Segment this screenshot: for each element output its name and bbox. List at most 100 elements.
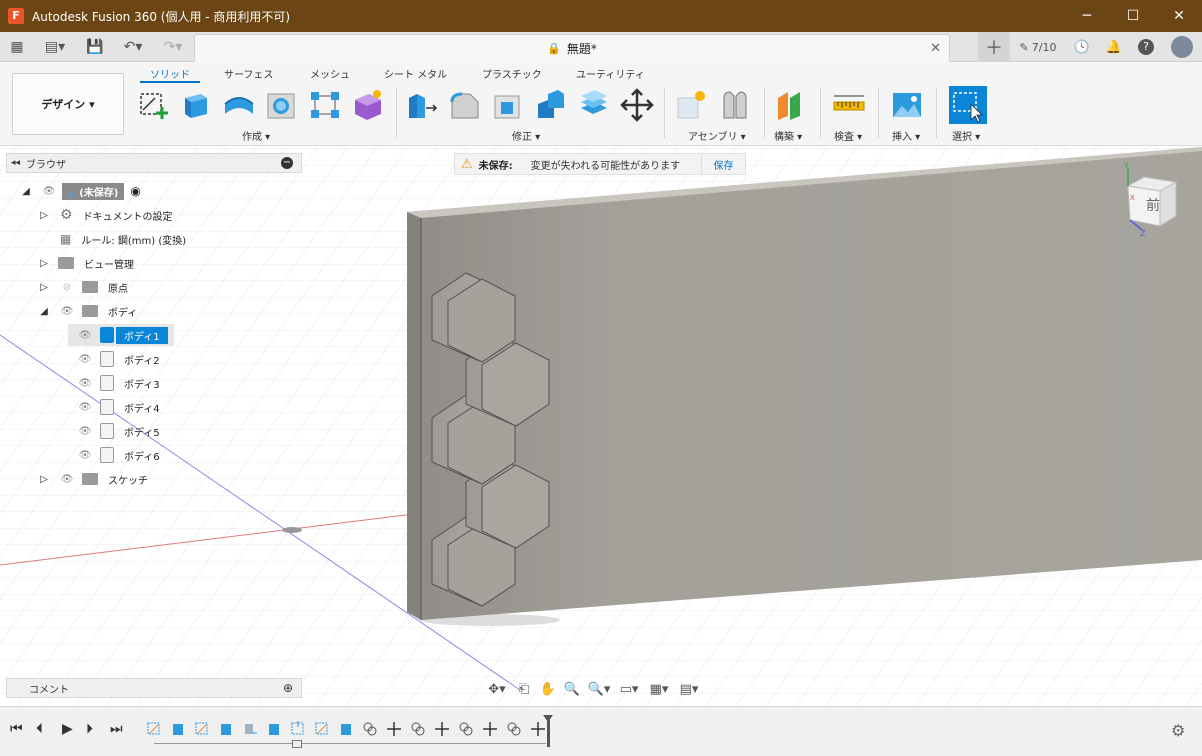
viewports-icon[interactable]: ▤▾	[674, 678, 704, 700]
timeline-extrude-feature-icon[interactable]	[170, 721, 186, 737]
extrude-icon[interactable]	[179, 88, 213, 122]
fit-zoom-icon[interactable]: 🔍▾	[584, 678, 614, 700]
tree-item-body3[interactable]: 👁 ボディ3	[68, 372, 160, 394]
group-inspect-label[interactable]: 検査 ▾	[834, 128, 862, 143]
file-menu-button[interactable]: ▤▾	[38, 32, 72, 62]
minimize-button[interactable]: ─	[1064, 0, 1110, 32]
eye-icon[interactable]: 👁	[78, 450, 92, 461]
group-modify-label[interactable]: 修正 ▾	[512, 128, 540, 143]
collapsed-triangle-icon[interactable]: ▷	[38, 210, 50, 221]
data-panel-grid-icon[interactable]: ▦	[6, 32, 28, 62]
eye-icon[interactable]: 👁	[60, 306, 74, 317]
zoom-icon[interactable]: 🔍	[560, 678, 584, 700]
press-pull-icon[interactable]	[405, 88, 439, 122]
timeline-move-feature-icon[interactable]	[434, 721, 450, 737]
tree-item-body5[interactable]: 👁 ボディ5	[68, 420, 160, 442]
timeline-copy-feature-icon[interactable]	[362, 721, 378, 737]
collapsed-triangle-icon[interactable]: ▷	[38, 282, 50, 293]
grid-settings-icon[interactable]: ▦▾	[644, 678, 674, 700]
group-create-label[interactable]: 作成 ▾	[242, 128, 270, 143]
joint-icon[interactable]	[718, 88, 752, 122]
offset-face-icon[interactable]	[577, 88, 611, 122]
timeline-sketch-feature-icon[interactable]	[194, 721, 210, 737]
fillet-icon[interactable]	[448, 88, 482, 122]
step-forward-icon[interactable]: ⏵	[86, 721, 93, 737]
timeline-move-feature-icon[interactable]	[530, 721, 546, 737]
tree-item-body4[interactable]: 👁 ボディ4	[68, 396, 160, 418]
go-to-end-icon[interactable]: ⏭	[110, 721, 123, 737]
offset-plane-icon[interactable]	[774, 88, 808, 122]
tab-surface[interactable]: サーフェス	[224, 66, 273, 81]
close-tab-icon[interactable]: ✕	[930, 41, 941, 56]
timeline-sketch-feature-icon[interactable]	[314, 721, 330, 737]
group-insert-label[interactable]: 挿入 ▾	[892, 128, 920, 143]
tab-utilities[interactable]: ユーティリティ	[576, 66, 645, 81]
look-at-icon[interactable]: ⎗	[512, 678, 536, 700]
hole-icon[interactable]	[265, 88, 299, 122]
notifications-bell-icon[interactable]: 🔔	[1098, 32, 1130, 62]
group-construct-label[interactable]: 構築 ▾	[774, 128, 802, 143]
tree-item-body1[interactable]: 👁 ボディ1	[68, 324, 174, 346]
timeline-move-feature-icon[interactable]	[386, 721, 402, 737]
eye-icon[interactable]: 👁	[42, 186, 56, 197]
tab-plastic[interactable]: プラスチック	[482, 66, 542, 81]
tree-item-origin[interactable]: ▷ ⊘ 原点	[38, 276, 128, 298]
measure-icon[interactable]	[832, 88, 866, 122]
collapsed-triangle-icon[interactable]: ▷	[38, 474, 50, 485]
timeline-sketch-feature-icon[interactable]	[146, 721, 162, 737]
user-avatar[interactable]	[1162, 32, 1202, 62]
add-comment-icon[interactable]: ⊕	[283, 681, 293, 695]
timeline-copy-feature-icon[interactable]	[458, 721, 474, 737]
tab-mesh[interactable]: メッシュ	[310, 66, 350, 81]
tab-sheet-metal[interactable]: シート メタル	[384, 66, 447, 81]
pattern-icon[interactable]	[308, 88, 342, 122]
timeline-move-feature-icon[interactable]	[482, 721, 498, 737]
tab-solid[interactable]: ソリッド	[140, 66, 200, 83]
expanded-triangle-icon[interactable]: ◢	[20, 186, 32, 197]
save-link-button[interactable]: 保存	[701, 154, 745, 174]
orbit-icon[interactable]: ✥▾	[482, 678, 512, 700]
combine-icon[interactable]	[534, 88, 568, 122]
eye-icon[interactable]: 👁	[78, 354, 92, 365]
help-icon[interactable]: ?	[1130, 32, 1162, 62]
revolve-icon[interactable]	[222, 88, 256, 122]
play-icon[interactable]: ▶	[62, 721, 73, 737]
new-tab-button[interactable]: ＋	[978, 32, 1010, 62]
tree-item-units[interactable]: ▦ ルール: 鋼(mm) (変換)	[38, 228, 186, 250]
timeline-extrude-feature-icon[interactable]	[338, 721, 354, 737]
timeline-sketch-feature-icon[interactable]	[290, 721, 306, 737]
group-assembly-label[interactable]: アセンブリ ▾	[688, 128, 746, 143]
job-history-clock-icon[interactable]: 🕓	[1066, 32, 1098, 62]
create-form-icon[interactable]	[351, 88, 385, 122]
document-tab[interactable]: 🔒 無題* ✕	[194, 34, 950, 62]
create-sketch-icon[interactable]	[137, 88, 171, 122]
collapse-browser-icon[interactable]: ◂◂	[11, 158, 20, 168]
redo-button[interactable]: ↷▾	[156, 32, 190, 62]
tree-item-body6[interactable]: 👁 ボディ6	[68, 444, 160, 466]
pan-hand-icon[interactable]: ✋	[536, 678, 560, 700]
shell-icon[interactable]	[491, 88, 525, 122]
display-settings-icon[interactable]: ▭▾	[614, 678, 644, 700]
timeline-move-feature-icon[interactable]	[242, 721, 258, 737]
eye-icon[interactable]: 👁	[78, 402, 92, 413]
collapsed-triangle-icon[interactable]: ▷	[38, 258, 50, 269]
tree-item-body2[interactable]: 👁 ボディ2	[68, 348, 160, 370]
timeline-copy-feature-icon[interactable]	[506, 721, 522, 737]
step-back-icon[interactable]: ⏴	[36, 721, 43, 737]
timeline-copy-feature-icon[interactable]	[410, 721, 426, 737]
tree-item-named-views[interactable]: ▷ ビュー管理	[38, 252, 134, 274]
save-icon[interactable]: 💾	[84, 32, 106, 62]
group-select-label[interactable]: 選択 ▾	[952, 128, 980, 143]
expanded-triangle-icon[interactable]: ◢	[38, 306, 50, 317]
insert-image-icon[interactable]	[890, 88, 924, 122]
browser-minus-button[interactable]: −	[281, 157, 293, 169]
eye-icon[interactable]: 👁	[78, 426, 92, 437]
new-component-icon[interactable]	[674, 88, 708, 122]
select-icon[interactable]	[949, 86, 987, 124]
tree-item-bodies[interactable]: ◢ 👁 ボディ	[38, 300, 137, 322]
tree-item-doc-settings[interactable]: ▷ ⚙ ドキュメントの設定	[38, 204, 172, 226]
tree-root[interactable]: ◢ 👁 ◭ (未保存) ◉	[20, 180, 141, 202]
activate-radio-icon[interactable]: ◉	[130, 184, 140, 198]
timeline-range-handle[interactable]	[292, 740, 302, 748]
timeline-extrude-feature-icon[interactable]	[218, 721, 234, 737]
